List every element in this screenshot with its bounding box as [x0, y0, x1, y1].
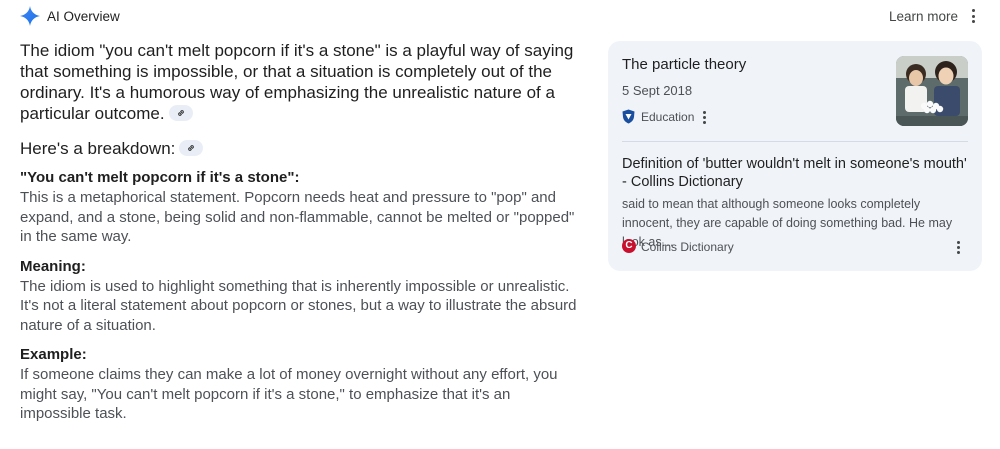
source-link-chip[interactable] [179, 139, 204, 156]
source-site-name: Education [641, 110, 695, 124]
breakdown-label: Example: [20, 346, 87, 363]
overview-lead-text: The idiom "you can't melt popcorn if it'… [20, 41, 574, 123]
breakdown-heading: Here's a breakdown: [20, 138, 580, 160]
source-options-icon[interactable] [699, 111, 709, 125]
breakdown-item-example: Example: If someone claims they can make… [20, 345, 580, 424]
sources-card: The particle theory 5 Sept 2018 Educatio… [608, 41, 982, 271]
breakdown-text: If someone claims they can make a lot of… [20, 366, 558, 422]
source-title-collins[interactable]: Definition of 'butter wouldn't melt in s… [622, 155, 972, 191]
source-link-chip[interactable] [168, 104, 193, 121]
link-icon [188, 144, 195, 151]
source-options-icon[interactable] [953, 241, 963, 255]
source-thumbnail-image[interactable] [896, 56, 968, 126]
breakdown-item-statement: "You can't melt popcorn if it's a stone"… [20, 168, 580, 247]
source-title-particle-theory[interactable]: The particle theory [622, 56, 746, 73]
breakdown-item-meaning: Meaning: The idiom is used to highlight … [20, 257, 580, 336]
breakdown-heading-text: Here's a breakdown: [20, 139, 176, 158]
breakdown-label: Meaning: [20, 257, 86, 275]
learn-more-link[interactable]: Learn more [889, 9, 958, 24]
overview-body: The idiom "you can't melt popcorn if it'… [20, 40, 580, 424]
breakdown-text: The idiom is used to highlight something… [20, 277, 577, 334]
source-site-name: Collins Dictionary [641, 240, 734, 254]
source-date: 5 Sept 2018 [622, 83, 693, 98]
breakdown-text: This is a metaphorical statement. Popcor… [20, 189, 575, 245]
source-divider [622, 141, 968, 142]
more-options-icon[interactable] [966, 9, 980, 27]
overview-lead: The idiom "you can't melt popcorn if it'… [20, 40, 580, 124]
breakdown-label: "You can't melt popcorn if it's a stone"… [20, 169, 300, 186]
link-icon [177, 109, 184, 116]
education-shield-icon [622, 109, 635, 124]
ai-overview-title: AI Overview [47, 9, 120, 24]
gemini-spark-icon [20, 6, 40, 26]
collins-logo-icon: C [622, 239, 636, 253]
ai-overview-header: AI Overview Learn more [0, 0, 1000, 34]
